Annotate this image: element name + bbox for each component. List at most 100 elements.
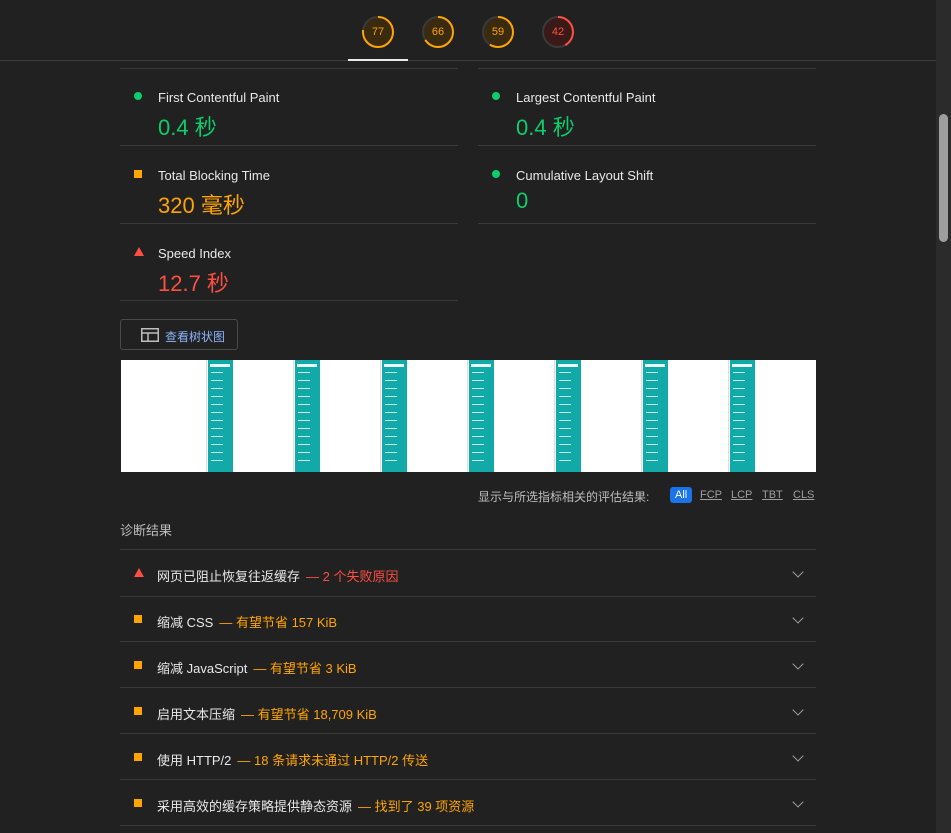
audit-text: 缩减 JavaScript — 有望节省 3 KiB [157,658,357,677]
frame-menu-line [646,436,658,437]
treemap-icon [141,328,159,342]
frame-menu-line [298,420,310,421]
filter-chip-fcp[interactable]: FCP [700,487,722,503]
filmstrip [121,360,816,472]
frame-menu-line [298,380,310,381]
audit-bfcache[interactable]: 网页已阻止恢复往返缓存 — 2 个失败原因 [120,550,816,596]
metric-tbt: Total Blocking Time 320 毫秒 [120,154,458,222]
frame-menu-line [472,396,484,397]
view-treemap-button[interactable]: 查看树状图 [120,319,238,350]
metric-value: 0.4 秒 [158,115,217,140]
frame-menu-line [211,396,223,397]
frame-sidebar [469,360,494,472]
frame-menu-line [733,436,745,437]
frame-menu-line [733,372,745,373]
square-icon [134,170,142,178]
frame-menu-line [733,412,745,413]
frame-menu-line [559,396,571,397]
frame-menu-line [559,412,571,413]
frame-menu-line [385,436,397,437]
divider [120,300,458,301]
audit-cache-policy[interactable]: 采用高效的缓存策略提供静态资源 — 找到了 39 项资源 [120,780,816,826]
filter-chip-lcp[interactable]: LCP [731,487,752,503]
filter-chip-tbt[interactable]: TBT [762,487,783,503]
frame-menu-line [211,380,223,381]
frame-menu-line [646,444,658,445]
metric-value: 0 [516,188,529,213]
triangle-icon [134,247,144,256]
audit-minify-css[interactable]: 缩减 CSS — 有望节省 157 KiB [120,596,816,642]
chevron-down-icon[interactable] [792,750,804,762]
frame-menu-line [298,444,310,445]
frame-logo [471,364,491,367]
frame-menu-line [211,444,223,445]
frame-menu-line [472,412,484,413]
frame-menu-line [298,388,310,389]
filmstrip-frame [208,360,294,472]
scrollbar-thumb[interactable] [939,114,948,242]
frame-menu-line [646,460,658,461]
frame-menu-line [385,380,397,381]
chevron-down-icon[interactable] [792,658,804,670]
frame-menu-line [559,444,571,445]
audit-minify-js[interactable]: 缩减 JavaScript — 有望节省 3 KiB [120,642,816,688]
square-icon [134,615,142,623]
audit-detail: — 有望节省 3 KiB [253,661,357,676]
audit-text: 网页已阻止恢复往返缓存 — 2 个失败原因 [157,566,398,585]
divider [478,145,816,146]
audit-http2[interactable]: 使用 HTTP/2 — 18 条请求未通过 HTTP/2 传送 [120,734,816,780]
audit-title: 网页已阻止恢复往返缓存 [157,569,301,584]
frame-menu-line [559,388,571,389]
filter-label: 显示与所选指标相关的评估结果: [478,490,650,504]
frame-menu-line [211,372,223,373]
frame-menu-line [472,436,484,437]
filmstrip-frame [121,360,207,472]
chevron-down-icon[interactable] [792,612,804,624]
frame-menu-line [385,460,397,461]
chevron-down-icon[interactable] [792,566,804,578]
score-gauge-accessibility[interactable]: 66 [421,15,455,49]
score-gauge-best-practices[interactable]: 59 [481,15,515,49]
frame-menu-line [733,380,745,381]
frame-menu-line [298,396,310,397]
filter-chip-all[interactable]: All [670,487,693,503]
frame-menu-line [646,452,658,453]
divider [478,68,816,69]
frame-sidebar [730,360,755,472]
metric-title: First Contentful Paint [158,90,280,105]
metric-value: 0.4 秒 [516,115,575,140]
frame-menu-line [211,388,223,389]
chevron-down-icon[interactable] [792,796,804,808]
frame-menu-line [298,412,310,413]
metric-title: Total Blocking Time [158,168,270,183]
frame-sidebar [382,360,407,472]
frame-logo [297,364,317,367]
frame-menu-line [646,380,658,381]
metric-cls: Cumulative Layout Shift 0 [478,154,816,222]
frame-menu-line [733,388,745,389]
score-gauge-performance[interactable]: 77 [361,15,395,49]
chevron-down-icon[interactable] [792,704,804,716]
frame-sidebar [643,360,668,472]
frame-menu-line [559,460,571,461]
active-gauge-indicator [348,59,408,61]
score-value: 77 [371,26,385,38]
score-gauge-seo[interactable]: 42 [541,15,575,49]
filmstrip-frame [295,360,381,472]
audit-text-compression[interactable]: 启用文本压缩 — 有望节省 18,709 KiB [120,688,816,734]
frame-menu-line [646,420,658,421]
frame-menu-line [472,452,484,453]
filter-chip-cls[interactable]: CLS [793,487,814,503]
frame-menu-line [733,428,745,429]
frame-menu-line [211,404,223,405]
frame-logo [732,364,752,367]
frame-menu-line [298,404,310,405]
square-icon [134,661,142,669]
frame-menu-line [733,420,745,421]
metric-fcp: First Contentful Paint 0.4 秒 [120,76,458,144]
audit-detail: — 有望节省 157 KiB [219,615,338,630]
audit-text: 采用高效的缓存策略提供静态资源 — 找到了 39 项资源 [157,796,474,815]
audit-detail: — 找到了 39 项资源 [358,799,475,814]
diagnostics-title: 诊断结果 [120,523,173,538]
frame-sidebar [208,360,233,472]
